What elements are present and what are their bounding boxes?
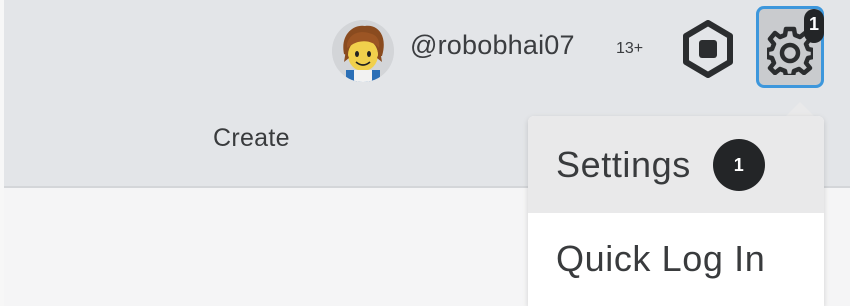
- robux-button[interactable]: [679, 20, 737, 78]
- dropdown-pointer: [786, 102, 814, 116]
- robux-icon: [683, 20, 733, 78]
- avatar[interactable]: [332, 20, 394, 82]
- menu-item-quick-log-in[interactable]: Quick Log In: [528, 213, 824, 306]
- settings-dropdown-menu: Settings 1 Quick Log In: [528, 116, 824, 306]
- username[interactable]: @robobhai07: [410, 30, 575, 61]
- avatar-image: [332, 20, 394, 82]
- age-badge: 13+: [616, 40, 644, 57]
- notification-badge: 1: [804, 9, 824, 43]
- settings-button[interactable]: 1: [756, 6, 824, 88]
- nav-create[interactable]: Create: [213, 124, 290, 153]
- menu-item-label: Quick Log In: [556, 238, 766, 279]
- menu-item-label: Settings: [556, 144, 691, 185]
- menu-item-settings[interactable]: Settings 1: [528, 116, 824, 213]
- notification-badge: 1: [713, 139, 765, 191]
